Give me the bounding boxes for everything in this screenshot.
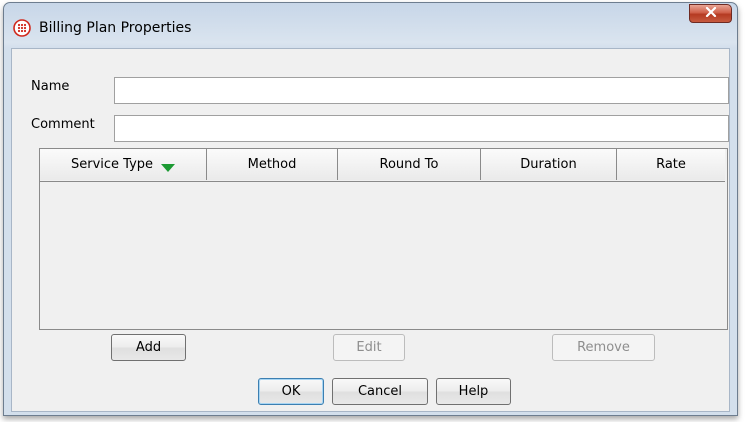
column-header-label: Rate (656, 157, 686, 172)
column-header-label: Round To (379, 157, 439, 172)
column-header-duration[interactable]: Duration (481, 149, 617, 180)
comment-field[interactable] (114, 115, 729, 142)
cancel-button[interactable]: Cancel (332, 378, 428, 405)
edit-button[interactable]: Edit (333, 334, 405, 361)
window-title: Billing Plan Properties (39, 20, 192, 36)
column-header-label: Method (247, 157, 297, 172)
column-header-rate[interactable]: Rate (617, 149, 725, 180)
table-body[interactable] (40, 181, 727, 329)
billing-plan-dialog: Billing Plan Properties Name Comment Ser… (3, 2, 738, 416)
ok-button[interactable]: OK (258, 378, 324, 405)
table-header: Service Type Method Round To Duration Ra… (40, 149, 725, 182)
dialog-content: Name Comment Service Type Method Round T… (11, 48, 730, 412)
title-bar[interactable]: Billing Plan Properties (4, 3, 737, 48)
add-button[interactable]: Add (111, 334, 186, 361)
close-button[interactable] (689, 4, 732, 23)
column-header-label: Duration (520, 157, 577, 172)
column-header-round-to[interactable]: Round To (338, 149, 481, 180)
column-header-service-type[interactable]: Service Type (40, 149, 207, 180)
column-header-method[interactable]: Method (207, 149, 338, 180)
comment-label: Comment (31, 117, 95, 132)
telephone-dial-icon (13, 19, 31, 37)
name-label: Name (31, 79, 70, 94)
billing-rates-table: Service Type Method Round To Duration Ra… (39, 148, 728, 330)
close-icon (705, 6, 717, 21)
name-field[interactable] (114, 77, 729, 104)
sort-descending-icon (161, 161, 176, 172)
remove-button[interactable]: Remove (552, 334, 655, 361)
column-header-label: Service Type (70, 157, 154, 172)
help-button[interactable]: Help (436, 378, 511, 405)
